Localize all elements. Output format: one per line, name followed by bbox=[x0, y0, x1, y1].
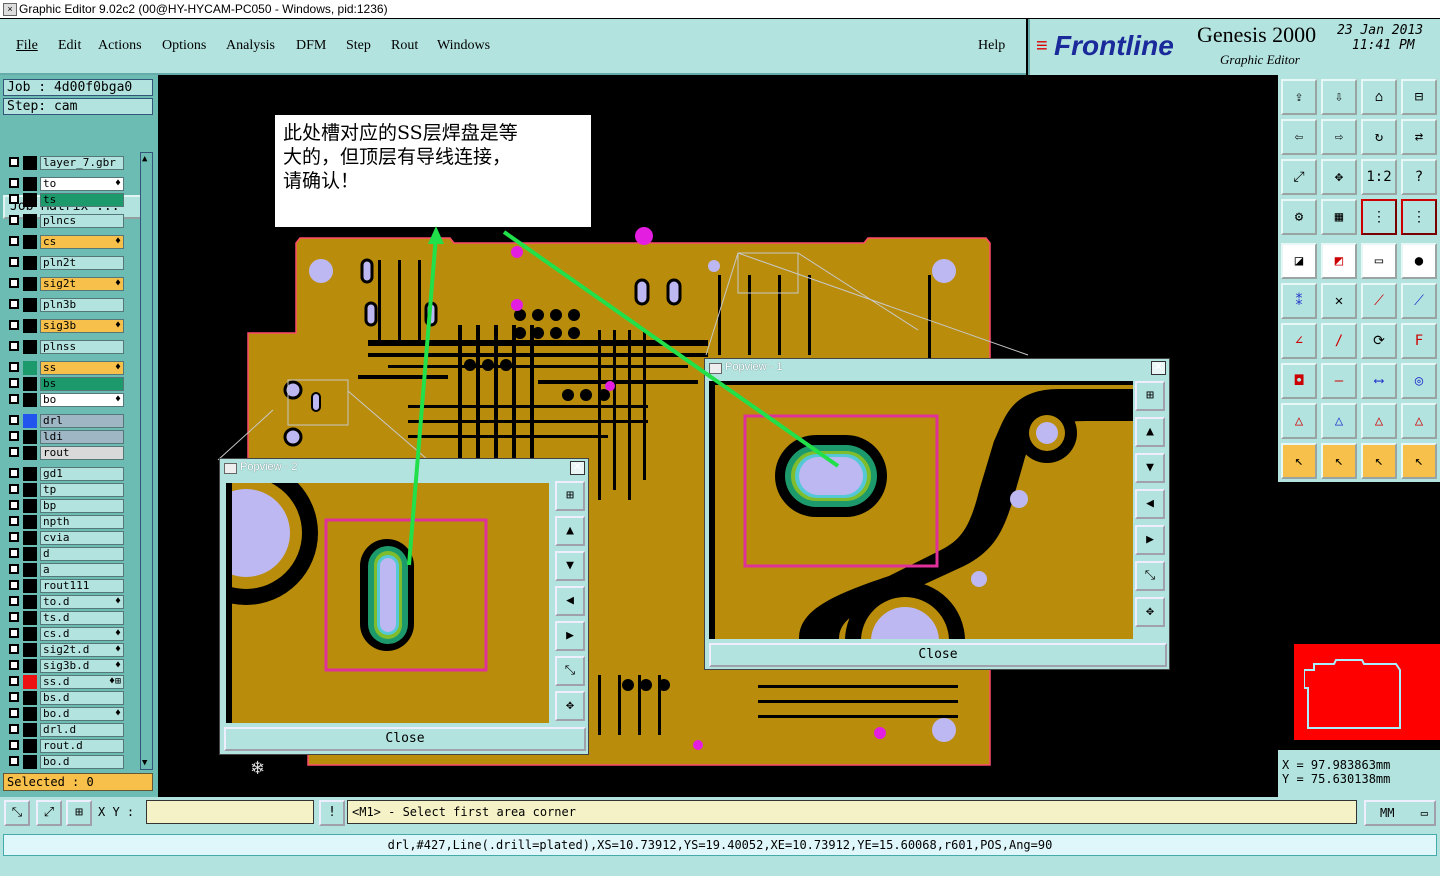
tool-swap-icon[interactable]: ⇄ bbox=[1401, 119, 1437, 155]
zoom-area-icon[interactable]: ⤢ bbox=[36, 800, 62, 826]
y-coordinate: Y = 75.630138mm bbox=[1282, 772, 1391, 786]
tool-shapes-icon[interactable]: ◎ bbox=[1401, 363, 1437, 399]
tool-arc-icon[interactable]: ⟳ bbox=[1361, 323, 1397, 359]
tool-fit-icon[interactable]: ⤢ bbox=[1281, 159, 1317, 195]
tool-cross-icon[interactable]: ✕ bbox=[1321, 283, 1357, 319]
tool-split-icon[interactable]: ⊟ bbox=[1401, 79, 1437, 115]
tool-select-icon[interactable]: ↖ bbox=[1281, 443, 1317, 479]
tool-grid-icon[interactable]: ▦ bbox=[1321, 199, 1357, 235]
xy-input[interactable] bbox=[146, 800, 314, 824]
tool-slash-icon[interactable]: / bbox=[1321, 323, 1357, 359]
tool-help-icon[interactable]: ? bbox=[1401, 159, 1437, 195]
minimap[interactable] bbox=[1278, 482, 1440, 750]
tool-move-up-icon[interactable]: ⇪ bbox=[1281, 79, 1317, 115]
tool-angle-icon[interactable]: ∠ bbox=[1281, 323, 1317, 359]
tool-measure-icon[interactable]: ⟷ bbox=[1361, 363, 1397, 399]
tool-net2-icon[interactable]: ⋮ bbox=[1401, 199, 1437, 235]
units-value: MM bbox=[1380, 806, 1395, 820]
tool-right-icon[interactable]: ⇨ bbox=[1321, 119, 1357, 155]
tool-tri3-icon[interactable]: △ bbox=[1361, 403, 1397, 439]
tool-tri4-icon[interactable]: △ bbox=[1401, 403, 1437, 439]
tool-rotate-icon[interactable]: ↻ bbox=[1361, 119, 1397, 155]
tool-center-icon[interactable]: ✥ bbox=[1321, 159, 1357, 195]
grid-snap-icon[interactable]: ⊞ bbox=[66, 800, 92, 826]
x-coordinate: X = 97.983863mm bbox=[1282, 758, 1391, 772]
tool-select2-icon[interactable]: ↖ bbox=[1321, 443, 1357, 479]
tool-draw-icon[interactable]: ◩ bbox=[1321, 243, 1357, 279]
annotation-arrows bbox=[407, 226, 840, 566]
tool-net-icon[interactable]: ⋮ bbox=[1361, 199, 1397, 235]
units-dropdown[interactable]: MM ▭ bbox=[1364, 800, 1436, 826]
tool-select4-icon[interactable]: ↖ bbox=[1401, 443, 1437, 479]
xy-label: X Y : bbox=[98, 805, 135, 819]
tool-frontline-icon[interactable]: F bbox=[1401, 323, 1437, 359]
dropdown-icon: ▭ bbox=[1420, 806, 1428, 820]
warning-icon[interactable]: ! bbox=[319, 800, 345, 826]
tool-ruler-icon[interactable]: ▭ bbox=[1361, 243, 1397, 279]
tool-tri1-icon[interactable]: △ bbox=[1281, 403, 1317, 439]
prompt-message: <M1> - Select first area corner bbox=[347, 800, 1357, 824]
tool-select3-icon[interactable]: ↖ bbox=[1361, 443, 1397, 479]
tool-home-icon[interactable]: ⌂ bbox=[1361, 79, 1397, 115]
tool-pad-icon[interactable]: ◘ bbox=[1281, 363, 1317, 399]
tool-move-down-icon[interactable]: ⇩ bbox=[1321, 79, 1357, 115]
tool-left-icon[interactable]: ⇦ bbox=[1281, 119, 1317, 155]
zoom-window-icon[interactable]: ⤡ bbox=[4, 800, 30, 826]
tool-scale-icon[interactable]: 1:2 bbox=[1361, 159, 1397, 195]
feature-info: drl,#427,Line(.drill=plated),XS=10.73912… bbox=[3, 834, 1437, 856]
tool-dot-icon[interactable]: ● bbox=[1401, 243, 1437, 279]
tool-connect-icon[interactable]: ⁑ bbox=[1281, 283, 1317, 319]
tool-snap-icon[interactable]: ◪ bbox=[1281, 243, 1317, 279]
tool-hline-icon[interactable]: — bbox=[1321, 363, 1357, 399]
tool-line2-icon[interactable]: ⟋ bbox=[1401, 283, 1437, 319]
tool-tri2-icon[interactable]: △ bbox=[1321, 403, 1357, 439]
tool-line-icon[interactable]: ⟋ bbox=[1361, 283, 1397, 319]
cursor-coordinates: X = 97.983863mm Y = 75.630138mm bbox=[1278, 752, 1440, 796]
tool-settings-icon[interactable]: ⚙ bbox=[1281, 199, 1317, 235]
